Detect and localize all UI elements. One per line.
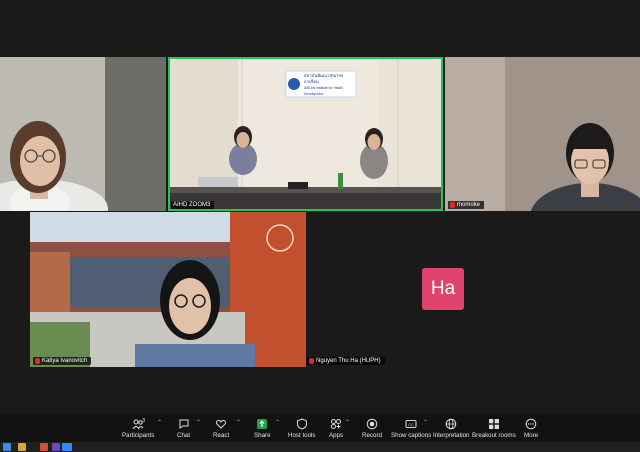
participants-button[interactable]: Participants (122, 418, 154, 439)
taskbar-app-icon[interactable] (52, 443, 60, 451)
name-tag-momoke: momoke (448, 201, 485, 209)
banner-title: สถาบันพัฒนาสุขภาพอาเซียน (304, 73, 344, 84)
aihd-banner: สถาบันพัฒนาสุขภาพอาเซียน ASEAN Institute… (304, 73, 356, 97)
chat-chevron-icon[interactable]: ⌃ (196, 419, 201, 426)
taskbar-app-icon[interactable] (40, 443, 48, 451)
windows-start-icon[interactable] (3, 443, 11, 451)
react-label: React (213, 432, 230, 439)
video-tile-nguyen-thu-ha[interactable]: Ha Nguyen Thu Ha (HUPH) (307, 212, 640, 367)
participant-name: Katiya Ivanovitch (42, 358, 88, 364)
grid-icon (488, 419, 499, 429)
apps-icon (331, 419, 342, 429)
participant-name: momoke (457, 202, 481, 208)
video-tile-aihd-zoom3[interactable]: สถาบันพัฒนาสุขภาพอาเซียน ASEAN Institute… (168, 57, 443, 211)
zoom-taskbar-icon[interactable] (62, 443, 72, 451)
mic-muted-icon (35, 358, 40, 364)
meeting-toolbar: Participants 3 ⌃ Chat ⌃ React ⌃ Share ⌃ … (0, 414, 640, 442)
os-taskbar (0, 442, 640, 452)
video-tile-momoke[interactable]: momoke (445, 57, 640, 211)
taskbar-app-icon[interactable] (18, 443, 26, 451)
participant-1-video (0, 57, 166, 211)
participant-name: Nguyen Thu Ha (HUPH) (316, 358, 381, 364)
banner-subtitle: ASEAN Institute for Health Development (304, 86, 343, 96)
chat-label: Chat (177, 432, 191, 439)
mic-muted-icon (309, 358, 314, 364)
more-icon (525, 418, 537, 430)
apps-button[interactable]: Apps (329, 418, 343, 439)
name-tag-katiya: Katiya Ivanovitch (33, 357, 92, 365)
participants-count: 3 (142, 418, 146, 424)
participant-name: AIHD ZOOM3 (173, 202, 211, 208)
avatar: Ha (422, 268, 464, 310)
participants-label: Participants (122, 432, 155, 439)
video-tile-participant-1[interactable] (0, 57, 166, 211)
host-tools-label: Host tools (288, 432, 316, 439)
interpretation-button[interactable]: Interpretation (433, 418, 469, 439)
share-chevron-icon[interactable]: ⌃ (275, 419, 280, 426)
record-label: Record (362, 432, 382, 439)
chat-button[interactable]: Chat (177, 418, 190, 439)
apps-label: Apps (329, 432, 344, 439)
record-icon (366, 418, 378, 430)
cc-icon: CC (405, 420, 417, 428)
interpretation-label: Interpretation (433, 432, 470, 439)
avatar-initials: Ha (430, 278, 456, 299)
apps-chevron-icon[interactable]: ⌃ (345, 419, 350, 426)
react-chevron-icon[interactable]: ⌃ (236, 419, 241, 426)
video-tile-katiya[interactable]: Katiya Ivanovitch (30, 212, 306, 367)
host-tools-button[interactable]: Host tools (288, 418, 316, 439)
participants-chevron-icon[interactable]: ⌃ (157, 419, 162, 426)
globe-icon (445, 418, 457, 430)
shield-icon (296, 418, 307, 430)
share-icon (257, 419, 268, 429)
record-button[interactable]: Record (362, 418, 382, 439)
breakout-rooms-button[interactable]: Breakout rooms (472, 418, 516, 439)
show-captions-label: Show captions (391, 432, 432, 439)
captions-chevron-icon[interactable]: ⌃ (423, 419, 428, 426)
share-button[interactable]: Share (254, 418, 271, 439)
name-tag-nguyen: Nguyen Thu Ha (HUPH) (307, 357, 385, 365)
breakout-rooms-label: Breakout rooms (472, 432, 516, 439)
svg-text:CC: CC (408, 422, 414, 427)
more-label: More (524, 432, 539, 439)
share-label: Share (254, 432, 271, 439)
react-button[interactable]: React (213, 418, 229, 439)
katiya-video (30, 212, 306, 367)
momoke-video (445, 57, 640, 211)
name-tag-aihd: AIHD ZOOM3 (171, 201, 215, 209)
mic-muted-icon (450, 202, 455, 208)
more-button[interactable]: More (524, 418, 538, 439)
chat-icon (179, 419, 189, 429)
heart-icon (215, 419, 227, 429)
